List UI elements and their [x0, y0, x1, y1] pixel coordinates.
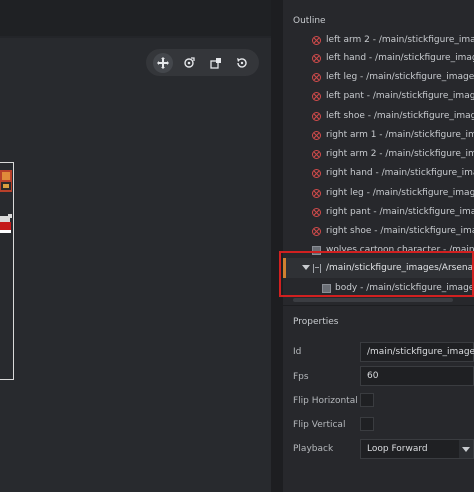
playback-select[interactable]: Loop Forward — [360, 439, 474, 459]
outline-item[interactable]: right hand - /main/stickfigure_images/ — [283, 165, 474, 184]
outline-item-label: right arm 1 - /main/stickfigure_images — [326, 130, 474, 140]
outline-item[interactable]: left shoe - /main/stickfigure_images/W — [283, 108, 474, 127]
outline-horizontal-scrollbar[interactable] — [293, 298, 453, 302]
outline-item-label: left pant - /main/stickfigure_images/W — [326, 91, 474, 101]
outline-header: Outline — [283, 12, 474, 32]
error-icon — [312, 36, 321, 45]
panel-divider[interactable] — [271, 0, 283, 492]
outline-item[interactable]: right arm 1 - /main/stickfigure_images — [283, 127, 474, 146]
outline-item-label: left arm 2 - /main/stickfigure_images/W — [326, 35, 474, 45]
outline-item[interactable]: left hand - /main/stickfigure_images/Wo — [283, 50, 474, 69]
error-icon — [312, 208, 321, 217]
flip-vertical-checkbox[interactable] — [360, 417, 374, 431]
fps-label: Fps — [293, 372, 309, 382]
fps-field[interactable]: 60 — [360, 366, 474, 386]
rotate-tool-button[interactable] — [179, 53, 199, 73]
outline-item[interactable]: right leg - /main/stickfigure_images/W — [283, 185, 474, 204]
flip-vertical-label: Flip Vertical — [293, 420, 346, 430]
outline-item-label: left hand - /main/stickfigure_images/Wo — [326, 53, 474, 63]
chevron-down-icon — [459, 440, 473, 458]
error-icon — [312, 227, 321, 236]
right-panel: Outline left arm 2 - /main/stickfigure_i… — [283, 0, 474, 492]
section-divider — [283, 305, 474, 306]
outline-item[interactable]: left leg - /main/stickfigure_images/Wo — [283, 69, 474, 88]
error-icon — [312, 54, 321, 63]
error-icon — [312, 92, 321, 101]
id-label: Id — [293, 347, 302, 357]
scene-toolbar — [146, 49, 259, 76]
outline-item-label: right shoe - /main/stickfigure_images/ — [326, 226, 474, 236]
scene-tabs-bar — [0, 0, 271, 36]
playback-label: Playback — [293, 444, 334, 454]
outline-item[interactable]: right arm 2 - /main/stickfigure_images — [283, 146, 474, 165]
fps-value: 60 — [367, 371, 379, 381]
flip-horizontal-label: Flip Horizontal — [293, 396, 358, 406]
outline-item-label: left leg - /main/stickfigure_images/Wo — [326, 72, 474, 82]
scene-viewport[interactable] — [0, 38, 271, 492]
error-icon — [312, 189, 321, 198]
reset-view-button[interactable] — [232, 53, 252, 73]
properties-title: Properties — [293, 317, 339, 327]
playback-value: Loop Forward — [367, 444, 428, 454]
error-icon — [312, 112, 321, 121]
id-field[interactable]: /main/stickfigure_images — [360, 342, 474, 362]
error-icon — [312, 169, 321, 178]
outline-title: Outline — [293, 16, 326, 26]
id-value: /main/stickfigure_images — [367, 347, 474, 357]
rotate-icon — [184, 56, 196, 68]
outline-item[interactable]: left arm 2 - /main/stickfigure_images/W — [283, 32, 474, 51]
error-icon — [312, 150, 321, 159]
scene-view — [0, 0, 271, 492]
outline-item-label: right leg - /main/stickfigure_images/W — [326, 188, 474, 198]
outline-item-label: right pant - /main/stickfigure_images/ — [326, 207, 474, 217]
flip-horizontal-checkbox[interactable] — [360, 393, 374, 407]
reset-view-icon — [236, 57, 247, 68]
move-tool-button[interactable] — [153, 52, 174, 73]
outline-item-label: right hand - /main/stickfigure_images/ — [326, 168, 474, 178]
outline-item[interactable]: right shoe - /main/stickfigure_images/ — [283, 223, 474, 242]
outline-item[interactable]: left pant - /main/stickfigure_images/W — [283, 88, 474, 107]
error-icon — [312, 131, 321, 140]
error-icon — [312, 73, 321, 82]
move-icon — [157, 56, 170, 69]
scale-icon — [209, 57, 221, 69]
scale-tool-button[interactable] — [206, 53, 226, 73]
outline-item[interactable]: right pant - /main/stickfigure_images/ — [283, 204, 474, 223]
highlight-annotation — [279, 251, 474, 297]
outline-item-label: right arm 2 - /main/stickfigure_images — [326, 149, 474, 159]
outline-item-label: left shoe - /main/stickfigure_images/W — [326, 111, 474, 121]
sprite-preview — [0, 170, 12, 233]
